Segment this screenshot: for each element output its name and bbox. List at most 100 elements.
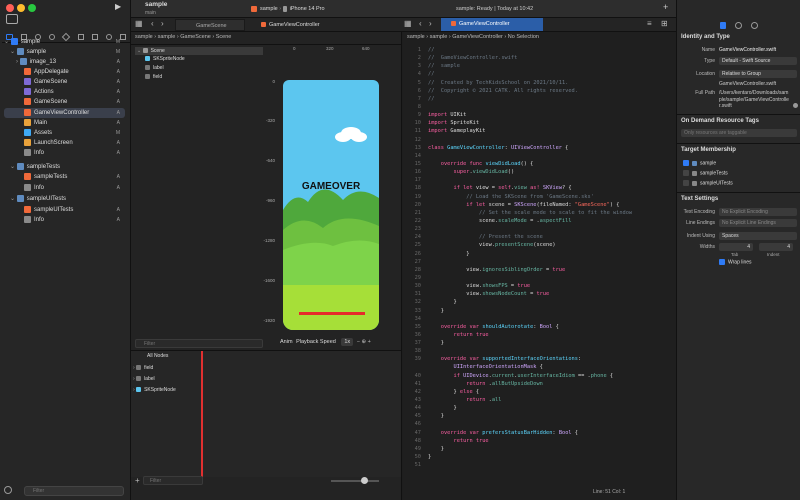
toolbar: ▶ sample main sample › iPhone 14 Pro sam… — [115, 0, 676, 18]
target-row[interactable]: sample — [683, 160, 716, 166]
close-window-button[interactable] — [6, 4, 14, 12]
nav-item-label: AppDelegate — [34, 69, 69, 75]
run-icon[interactable]: ▶ — [115, 2, 121, 11]
nav-item-file[interactable]: Actions A — [24, 87, 130, 97]
source-code[interactable]: 1// 2// GameViewController.swift 3// sam… — [403, 46, 676, 469]
nav-item-label: LaunchScreen — [34, 140, 73, 146]
breadcrumb-item[interactable]: GameViewController — [452, 34, 503, 40]
target-row[interactable]: sampleUITests — [683, 180, 733, 186]
checkbox-checked-icon[interactable] — [719, 259, 725, 265]
grid-icon[interactable]: ▦ — [404, 19, 412, 28]
wrap-lines-toggle[interactable]: Wrap lines — [719, 259, 752, 265]
forward-icon[interactable]: › — [161, 19, 164, 28]
playhead[interactable] — [201, 351, 203, 477]
add-icon[interactable]: + — [135, 476, 140, 485]
nav-item-file[interactable]: Assets M — [24, 128, 130, 138]
breadcrumb-item[interactable]: No Selection — [508, 34, 539, 40]
sidebar-toggle-icon[interactable] — [6, 14, 18, 24]
tab-width-field[interactable]: 4 — [719, 243, 753, 251]
navigator-filter-input[interactable] — [24, 486, 124, 496]
nav-item-group[interactable]: › image_13 A — [16, 57, 130, 67]
nav-item-file[interactable]: Info A — [24, 215, 130, 225]
breadcrumb-item[interactable]: sample — [158, 34, 176, 40]
encoding-select[interactable]: No Explicit Encoding — [719, 208, 797, 216]
breadcrumb-item[interactable]: sample — [135, 34, 153, 40]
nav-item-file[interactable]: LaunchScreen A — [24, 138, 130, 148]
lineend-select[interactable]: No Explicit Line Endings — [719, 219, 797, 227]
add-icon[interactable] — [4, 486, 12, 494]
tags-field[interactable]: Only resources are taggable — [681, 129, 797, 137]
back-icon[interactable]: ‹ — [151, 19, 154, 28]
zoom-in-icon[interactable]: + — [368, 339, 371, 345]
zoom-slider-thumb[interactable] — [361, 477, 368, 484]
nav-item-badge: A — [116, 150, 120, 156]
scene-filter-input[interactable] — [135, 339, 263, 348]
target-row[interactable]: sampleTests — [683, 170, 728, 176]
timeline-row[interactable]: › SKSpriteNode — [133, 387, 176, 393]
back-icon[interactable]: ‹ — [419, 19, 422, 28]
nav-item-badge: M — [115, 39, 120, 45]
nav-item-file[interactable]: GameScene A — [24, 77, 130, 87]
timeline-row[interactable]: › label — [133, 376, 155, 382]
nav-item-label: Assets — [34, 130, 53, 136]
nav-item-file[interactable]: Info A — [24, 148, 130, 158]
nav-item-file-selected[interactable]: GameViewController A — [4, 108, 125, 118]
nav-item-group[interactable]: ⌄ sample M — [10, 47, 130, 57]
add-icon[interactable]: + — [663, 2, 668, 12]
tree-node-field[interactable]: field — [145, 74, 162, 80]
tab-gameviewcontroller[interactable]: GameViewController — [251, 19, 331, 31]
tab-label: GameViewController — [269, 22, 320, 28]
minimize-window-button[interactable] — [17, 4, 25, 12]
reveal-icon[interactable] — [793, 103, 798, 108]
zoom-icon[interactable]: ⊕ — [361, 339, 366, 345]
checkbox-icon[interactable] — [683, 180, 689, 186]
nav-item-file[interactable]: GameScene A — [24, 97, 130, 107]
nav-item-group[interactable]: ⌄ sampleUITests — [10, 194, 130, 204]
zoom-slider[interactable] — [331, 480, 379, 482]
timeline-row[interactable]: › field — [133, 365, 153, 371]
tab-gamescene[interactable]: GameScene — [175, 19, 245, 31]
nav-item-file[interactable]: AppDelegate A — [24, 67, 130, 77]
file-inspector-icon[interactable] — [720, 21, 726, 29]
zoom-window-button[interactable] — [28, 4, 36, 12]
section-title: Target Membership — [681, 147, 736, 153]
nav-item-badge: A — [116, 79, 120, 85]
type-select[interactable]: Default - Swift Source — [719, 57, 797, 65]
nav-item-file[interactable]: sampleUITests A — [24, 205, 130, 215]
nav-item-project[interactable]: ⌄ sample M — [4, 37, 130, 47]
checkbox-icon[interactable] — [683, 170, 689, 176]
name-field[interactable]: GameViewController.swift — [719, 47, 776, 53]
nav-item-group[interactable]: ⌄ sampleTests — [10, 162, 130, 172]
nav-item-file[interactable]: Info A — [24, 183, 130, 193]
tree-label: field — [153, 74, 163, 80]
indent-select[interactable]: Spaces — [719, 232, 797, 240]
nav-item-badge: A — [116, 110, 120, 116]
tab-active-gameviewcontroller[interactable]: GameViewController — [441, 18, 543, 31]
scheme-selector[interactable]: sample › iPhone 14 Pro — [251, 4, 325, 14]
breadcrumb-item[interactable]: sample — [407, 34, 425, 40]
breadcrumb-item[interactable]: GameScene — [180, 34, 211, 40]
breadcrumb-item[interactable]: Scene — [216, 34, 232, 40]
help-icon[interactable] — [751, 21, 758, 29]
tree-node-label[interactable]: label — [145, 65, 164, 71]
assets-icon — [24, 128, 31, 136]
zoom-out-icon[interactable]: − — [357, 339, 360, 345]
history-icon[interactable] — [735, 21, 742, 29]
checkbox-checked-icon[interactable] — [683, 160, 689, 166]
tree-node-sprite[interactable]: SKSpriteNode — [145, 56, 185, 62]
tree-node-scene[interactable]: ⌄ Scene — [135, 47, 263, 55]
forward-icon[interactable]: › — [429, 19, 432, 28]
scene-icon — [142, 48, 148, 54]
grid-icon[interactable]: ▦ — [135, 19, 143, 28]
timeline-header[interactable]: All Nodes — [147, 353, 168, 359]
nav-item-file[interactable]: Main A — [24, 118, 130, 128]
editor-options-icon[interactable]: ≡ — [647, 19, 652, 28]
timeline-filter-input[interactable] — [143, 476, 203, 485]
scene-canvas[interactable]: GAMEOVER — [283, 80, 379, 330]
location-select[interactable]: Relative to Group — [719, 70, 797, 78]
speed-select[interactable]: 1x — [341, 338, 354, 346]
nav-item-file[interactable]: sampleTests A — [24, 172, 130, 182]
add-editor-icon[interactable]: ⊞ — [661, 19, 668, 28]
indent-width-field[interactable]: 4 — [759, 243, 793, 251]
breadcrumb-item[interactable]: sample — [430, 34, 448, 40]
